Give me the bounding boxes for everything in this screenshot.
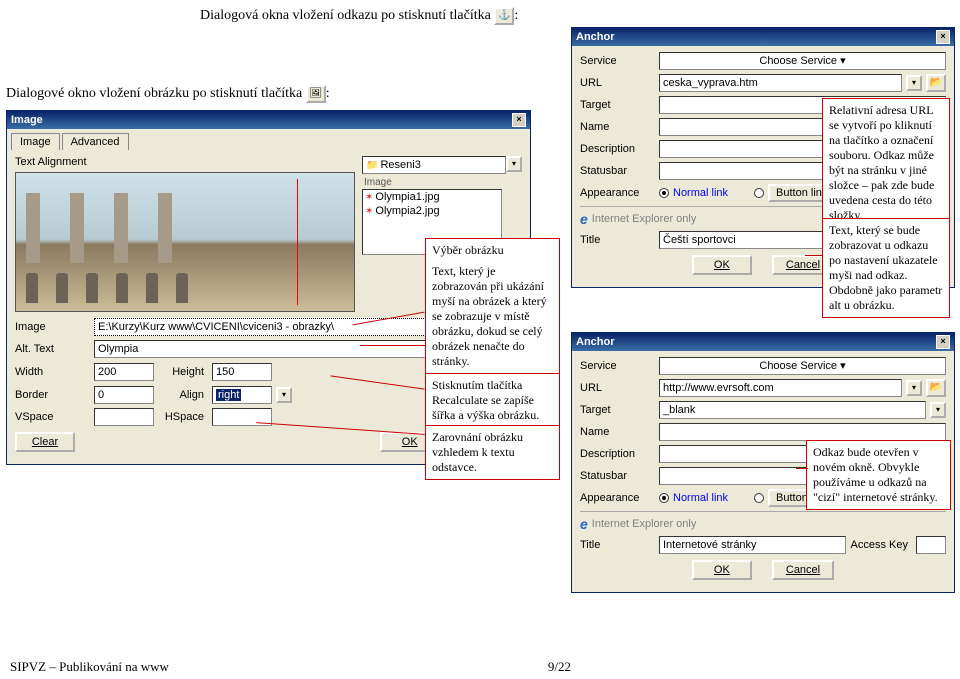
radio-normal-link[interactable] [659,188,669,198]
normal-link-label: Normal link [673,187,728,199]
anchor-toolbar-icon: ⚓ [494,7,514,25]
title-label: Title [580,539,655,551]
chevron-down-icon[interactable]: ▾ [506,156,522,172]
align-label: Align [158,389,208,401]
alt-text-label: Alt. Text [15,343,90,355]
callout-image-select: Výběr obrázku Text, který je zobrazován … [425,238,560,374]
service-label: Service [580,360,655,372]
border-input[interactable]: 0 [94,386,154,404]
description-label: Description [580,448,655,460]
statusbar-label: Statusbar [580,470,655,482]
vspace-input[interactable] [94,408,154,426]
appearance-label: Appearance [580,187,655,199]
target-input[interactable]: _blank [659,401,926,419]
name-input[interactable] [659,423,946,441]
image-file-icon [365,191,373,203]
close-icon[interactable]: × [936,30,950,44]
cancel-button[interactable]: Cancel [772,560,834,580]
title-label: Title [580,234,655,246]
ie-only-label: Internet Explorer only [592,213,697,225]
url-input[interactable]: ceska_vyprava.htm [659,74,902,92]
width-label: Width [15,366,90,378]
callout-url: Relativní adresa URL se vytvoří po klikn… [822,98,950,228]
description-label: Description [580,143,655,155]
hspace-label: HSpace [158,411,208,423]
normal-link-label: Normal link [673,492,728,504]
chevron-down-icon[interactable]: ▾ [906,380,922,396]
close-icon[interactable]: × [936,335,950,349]
folder-sub-label: Image [362,176,522,189]
url-label: URL [580,382,655,394]
ok-button[interactable]: OK [692,255,752,275]
url-input[interactable]: http://www.evrsoft.com [659,379,902,397]
name-label: Name [580,121,655,133]
name-label: Name [580,426,655,438]
image-file-icon [365,205,373,217]
chevron-down-icon[interactable]: ▾ [276,387,292,403]
access-key-label: Access Key [850,539,912,551]
browse-icon[interactable]: 📂 [926,379,946,397]
radio-button-link[interactable] [754,493,764,503]
title-input[interactable]: Internetové stránky [659,536,846,554]
image-toolbar-icon: 🖼 [306,85,326,103]
caret-indicator [297,179,298,305]
vspace-label: VSpace [15,411,90,423]
page-footer: SIPVZ – Publikování na www 9/22 [0,659,960,675]
callout-align: Zarovnání obrázku vzhledem k textu odsta… [425,425,560,480]
chevron-down-icon[interactable]: ▾ [906,75,922,91]
url-label: URL [580,77,655,89]
target-label: Target [580,99,655,111]
image-dialog-title: Image [11,114,43,126]
tab-image[interactable]: Image [11,133,60,150]
access-key-input[interactable] [916,536,946,554]
clear-button[interactable]: Clear [15,432,75,452]
ie-icon [580,516,588,532]
text-alignment-label: Text Alignment [15,156,90,168]
callout-recalculate: Stisknutím tlačítka Recalculate se zapíš… [425,373,560,428]
chevron-down-icon[interactable]: ▾ [930,402,946,418]
width-input[interactable]: 200 [94,363,154,381]
statusbar-label: Statusbar [580,165,655,177]
caption-top-center: Dialogová okna vložení odkazu po stisknu… [200,7,518,25]
file-item: Olympia2.jpg [363,204,501,218]
browse-icon[interactable]: 📂 [926,74,946,92]
anchor2-title: Anchor [576,336,615,348]
height-input[interactable]: 150 [212,363,272,381]
border-label: Border [15,389,90,401]
caption-top-left: Dialogové okno vložení obrázku po stiskn… [6,85,330,103]
service-select[interactable]: Choose Service ▾ [659,52,946,70]
ie-only-label: Internet Explorer only [592,518,697,530]
close-icon[interactable]: × [512,113,526,127]
file-item: Olympia1.jpg [363,190,501,204]
service-label: Service [580,55,655,67]
folder-select[interactable]: Reseni3 [362,156,506,174]
ok-button[interactable]: OK [692,560,752,580]
tab-advanced[interactable]: Advanced [62,133,129,150]
service-select[interactable]: Choose Service ▾ [659,357,946,375]
anchor1-title: Anchor [576,31,615,43]
appearance-label: Appearance [580,492,655,504]
ie-icon [580,211,588,227]
callout-target: Odkaz bude otevřen v novém okně. Obvykle… [806,440,951,510]
callout-title: Text, který se bude zobrazovat u odkazu … [822,218,950,318]
radio-normal-link[interactable] [659,493,669,503]
image-preview [15,172,355,312]
height-label: Height [158,366,208,378]
align-input[interactable]: right [212,386,272,404]
target-label: Target [580,404,655,416]
image-path-label: Image [15,321,90,333]
radio-button-link[interactable] [754,188,764,198]
folder-icon [366,157,378,174]
